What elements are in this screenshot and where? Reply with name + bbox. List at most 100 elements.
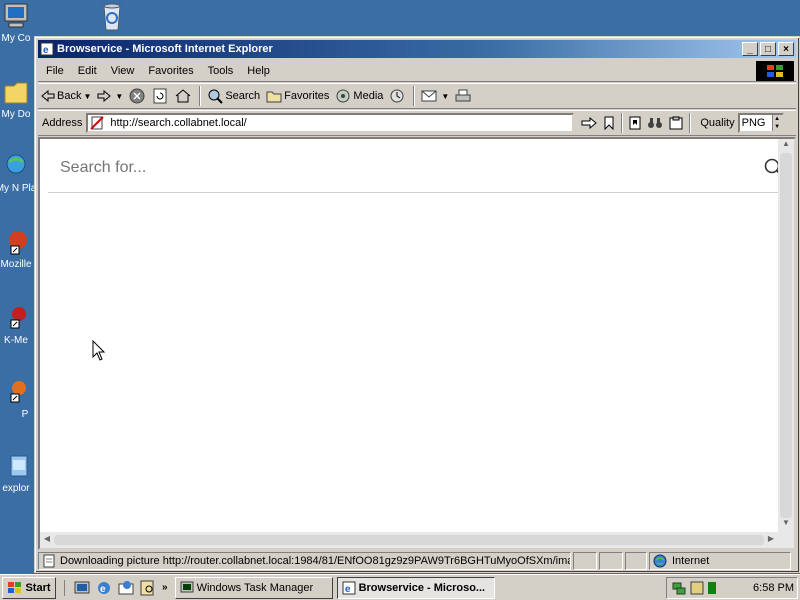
- clock[interactable]: 6:58 PM: [753, 582, 794, 594]
- horizontal-scrollbar[interactable]: ◀ ▶: [40, 532, 778, 548]
- task-label: Browservice - Microso...: [358, 581, 486, 594]
- refresh-button[interactable]: [150, 85, 172, 107]
- task-label: Windows Task Manager: [196, 581, 314, 594]
- print-button[interactable]: [452, 85, 476, 107]
- k-meleon-icon: [1, 304, 31, 332]
- status-tray-icon[interactable]: [707, 581, 717, 595]
- menu-help[interactable]: Help: [241, 65, 276, 77]
- clipboard-icon[interactable]: [669, 116, 683, 130]
- status-bar: Downloading picture http://router.collab…: [38, 551, 796, 571]
- standard-toolbar: Back ▼ ▼ Search Favorites Media ▼: [38, 83, 796, 109]
- status-text-segment: Downloading picture http://router.collab…: [38, 552, 571, 570]
- start-label: Start: [25, 581, 51, 594]
- menu-file[interactable]: File: [40, 65, 70, 77]
- address-bar: Address http://search.collabnet.local/ Q…: [38, 110, 796, 136]
- menu-edit[interactable]: Edit: [72, 65, 103, 77]
- ie-task-icon: e: [342, 581, 356, 595]
- page-content: ▲ ▼ ◀ ▶: [38, 137, 796, 550]
- media-label: Media: [353, 90, 384, 102]
- search-button[interactable]: Search: [204, 85, 263, 107]
- favorites-button[interactable]: Favorites: [263, 85, 332, 107]
- internet-zone-icon: [653, 554, 667, 568]
- svg-text:e: e: [100, 584, 106, 595]
- status-zone-segment: Internet: [649, 552, 791, 570]
- address-field[interactable]: http://search.collabnet.local/: [86, 113, 575, 133]
- forward-button[interactable]: ▼: [94, 85, 126, 107]
- quality-spinner[interactable]: PNG ▲ ▼: [737, 113, 784, 133]
- svg-text:e: e: [43, 45, 49, 56]
- save-page-icon[interactable]: [629, 116, 641, 130]
- network-tray-icon[interactable]: [671, 580, 687, 596]
- search-label: Search: [225, 90, 261, 102]
- quality-spin-buttons[interactable]: ▲ ▼: [771, 115, 782, 131]
- toolbar-separator: [199, 86, 202, 106]
- address-separator: [689, 113, 692, 133]
- recycle-bin-icon: [97, 2, 127, 31]
- menu-favorites[interactable]: Favorites: [142, 65, 199, 77]
- desktop-icon-recycle-bin[interactable]: [82, 2, 142, 33]
- history-icon: [390, 89, 404, 103]
- ie-window-icon: e: [40, 42, 54, 56]
- windows-logo-icon: [756, 61, 794, 81]
- status-extra-segment: [625, 552, 647, 570]
- more-quicklaunch-icon[interactable]: »: [162, 582, 168, 593]
- stop-icon: [129, 88, 145, 104]
- toolbar-separator: [413, 86, 416, 106]
- back-arrow-icon: [41, 90, 55, 102]
- show-desktop-icon[interactable]: [74, 580, 90, 596]
- taskbar: Start e » Windows Task Manager e Browser…: [0, 574, 800, 600]
- menu-view[interactable]: View: [105, 65, 141, 77]
- ie-quicklaunch-icon[interactable]: e: [96, 580, 112, 596]
- task-browservice[interactable]: e Browservice - Microso...: [336, 576, 495, 599]
- scroll-right-icon[interactable]: ▶: [765, 534, 777, 543]
- my-computer-icon: [1, 2, 31, 30]
- print-icon: [455, 89, 471, 102]
- mouse-cursor-icon: [92, 339, 106, 365]
- task-windows-task-manager[interactable]: Windows Task Manager: [174, 576, 333, 599]
- history-button[interactable]: [386, 85, 410, 107]
- bookmark-icon[interactable]: [603, 116, 615, 130]
- minimize-button[interactable]: _: [742, 42, 758, 56]
- mail-button[interactable]: ▼: [418, 85, 452, 107]
- task-manager-icon: [180, 581, 194, 592]
- mozilla-icon: [1, 228, 31, 256]
- search-bar: [48, 143, 784, 193]
- search-input[interactable]: [48, 158, 760, 177]
- menu-tools[interactable]: Tools: [202, 65, 240, 77]
- close-button[interactable]: ×: [778, 42, 794, 56]
- back-dropdown-icon[interactable]: ▼: [83, 92, 91, 101]
- browser-window: e Browservice - Microsoft Internet Explo…: [34, 36, 800, 573]
- network-places-icon: [1, 152, 31, 180]
- maximize-button[interactable]: □: [760, 42, 776, 56]
- outlook-express-icon[interactable]: [118, 580, 134, 596]
- svg-text:e: e: [345, 584, 351, 595]
- vertical-scrollbar[interactable]: ▲ ▼: [778, 139, 794, 532]
- vertical-scroll-thumb[interactable]: [780, 153, 792, 518]
- find-binoculars-icon[interactable]: [647, 116, 663, 130]
- spin-up-icon[interactable]: ▲: [773, 115, 782, 123]
- status-progress-segment: [573, 552, 597, 570]
- start-button[interactable]: Start: [2, 576, 56, 599]
- home-icon: [175, 89, 191, 103]
- volume-tray-icon[interactable]: [690, 581, 704, 595]
- back-button[interactable]: Back ▼: [38, 85, 94, 107]
- go-arrow-icon[interactable]: [581, 117, 598, 129]
- back-label: Back: [57, 90, 82, 102]
- stop-button[interactable]: [126, 85, 150, 107]
- address-separator: [621, 113, 624, 133]
- system-tray: 6:58 PM: [666, 577, 798, 599]
- home-button[interactable]: [172, 85, 196, 107]
- shortcut-icon: [1, 378, 31, 406]
- forward-dropdown-icon[interactable]: ▼: [115, 92, 123, 101]
- mail-dropdown-icon[interactable]: ▼: [441, 92, 449, 101]
- search-quicklaunch-icon[interactable]: [140, 580, 156, 596]
- scroll-left-icon[interactable]: ◀: [41, 534, 53, 543]
- spin-down-icon[interactable]: ▼: [773, 123, 782, 131]
- scroll-down-icon[interactable]: ▼: [778, 518, 794, 532]
- scroll-up-icon[interactable]: ▲: [778, 139, 794, 153]
- horizontal-scroll-thumb[interactable]: [54, 535, 764, 545]
- favorites-label: Favorites: [284, 90, 330, 102]
- media-button[interactable]: Media: [332, 85, 386, 107]
- mail-icon: [421, 90, 437, 102]
- title-bar[interactable]: e Browservice - Microsoft Internet Explo…: [38, 40, 796, 58]
